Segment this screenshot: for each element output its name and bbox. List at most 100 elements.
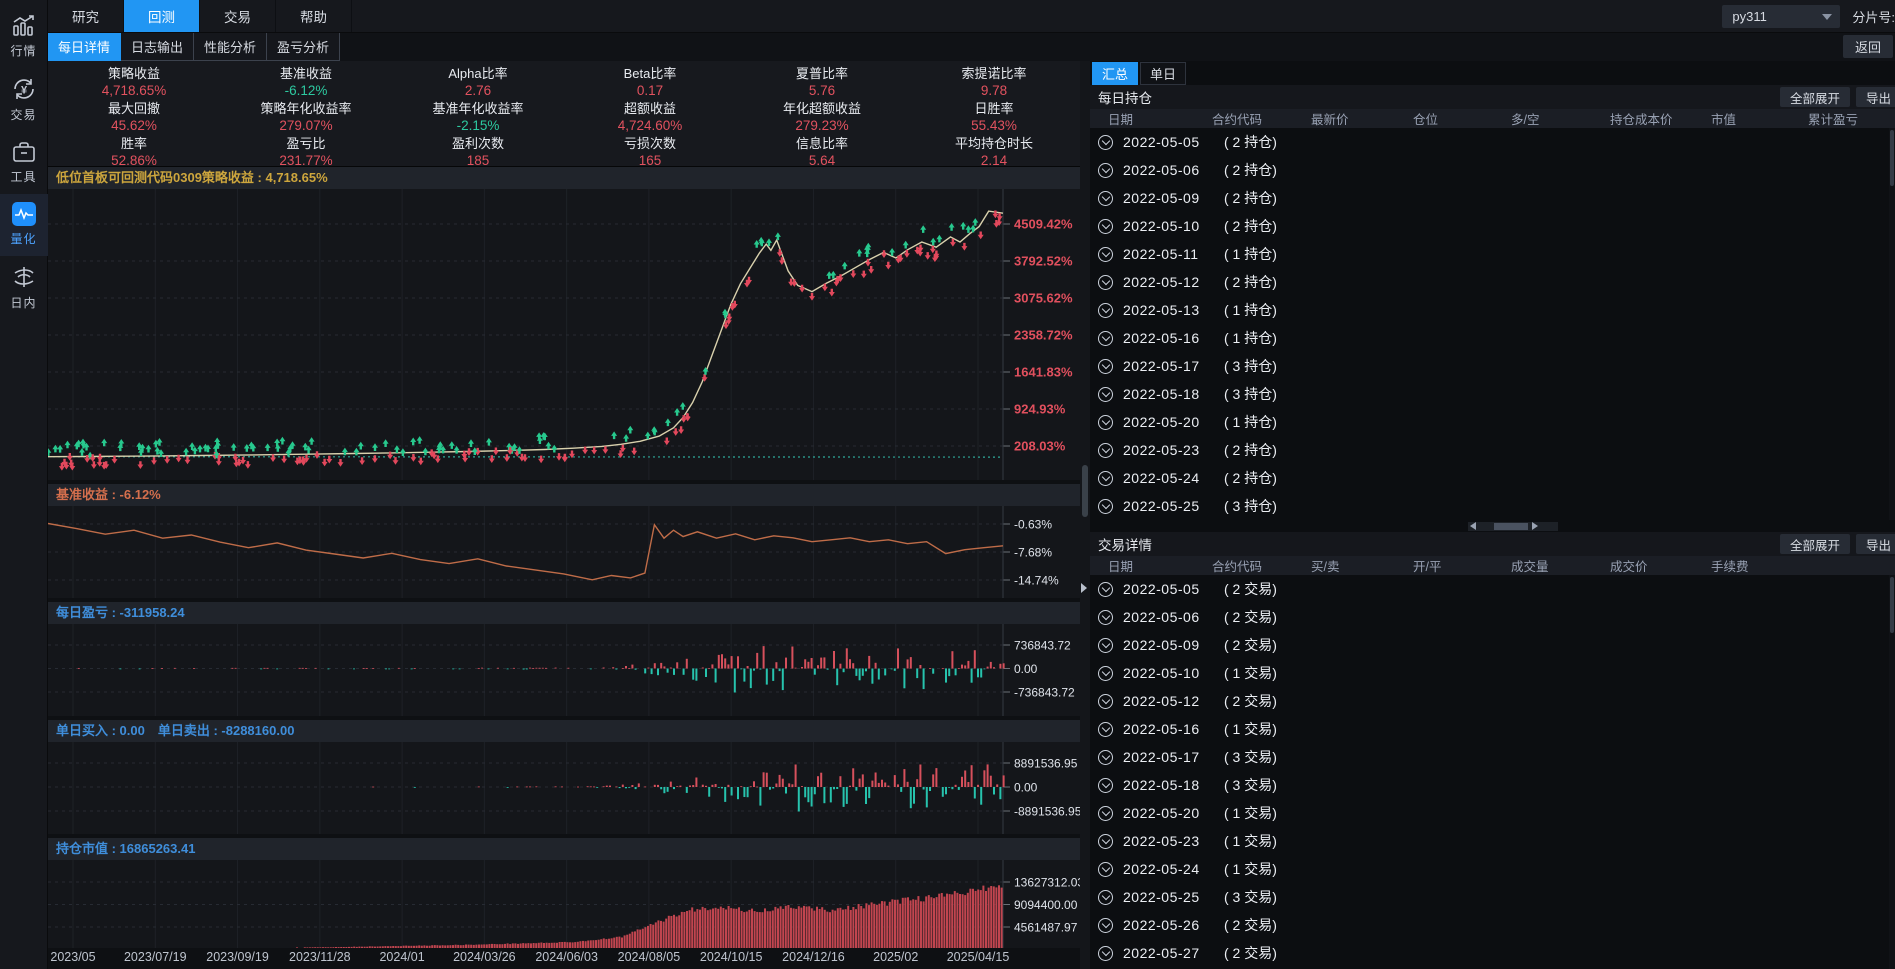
holding-row[interactable]: 2022-05-06( 2 持仓) xyxy=(1090,156,1895,184)
menu-item-0[interactable]: 研究 xyxy=(48,0,124,32)
env-select[interactable]: py311 xyxy=(1722,5,1840,28)
column-header[interactable]: 合约代码 xyxy=(1212,109,1311,128)
trade-row[interactable]: 2022-05-12( 2 交易) xyxy=(1090,687,1895,715)
sidebar-item-market[interactable]: 行情 xyxy=(0,6,48,68)
menu-item-1[interactable]: 回测 xyxy=(124,0,200,32)
column-header[interactable]: 成交量 xyxy=(1511,556,1610,575)
holding-row[interactable]: 2022-05-12( 2 持仓) xyxy=(1090,268,1895,296)
expand-chevron-icon[interactable] xyxy=(1098,303,1113,318)
expand-chevron-icon[interactable] xyxy=(1098,806,1113,821)
column-header[interactable]: 仓位 xyxy=(1413,109,1511,128)
expand-chevron-icon[interactable] xyxy=(1098,750,1113,765)
trade-row[interactable]: 2022-05-06( 2 交易) xyxy=(1090,603,1895,631)
trades-export-button[interactable]: 导出 xyxy=(1856,534,1895,554)
column-header[interactable]: 累计盈亏 xyxy=(1808,109,1895,128)
column-header[interactable]: 买/卖 xyxy=(1311,556,1413,575)
holding-row[interactable]: 2022-05-05( 2 持仓) xyxy=(1090,128,1895,156)
trade-row[interactable]: 2022-05-16( 1 交易) xyxy=(1090,715,1895,743)
expand-chevron-icon[interactable] xyxy=(1098,582,1113,597)
view-tab-1[interactable]: 单日 xyxy=(1140,62,1186,85)
sidebar-item-tools[interactable]: 工具 xyxy=(0,132,48,194)
sidebar-item-intraday[interactable]: 日内 xyxy=(0,256,48,320)
holding-row[interactable]: 2022-05-13( 1 持仓) xyxy=(1090,296,1895,324)
expand-chevron-icon[interactable] xyxy=(1098,247,1113,262)
expand-chevron-icon[interactable] xyxy=(1098,778,1113,793)
menu-item-2[interactable]: 交易 xyxy=(200,0,276,32)
hscroll-thumb[interactable] xyxy=(1494,523,1528,530)
trade-row[interactable]: 2022-05-23( 1 交易) xyxy=(1090,827,1895,855)
holdings-expand-all-button[interactable]: 全部展开 xyxy=(1780,87,1850,107)
holding-row[interactable]: 2022-05-23( 2 持仓) xyxy=(1090,436,1895,464)
panel-collapse-handle[interactable] xyxy=(1081,583,1087,593)
tab-1[interactable]: 日志输出 xyxy=(121,33,194,61)
column-header[interactable]: 合约代码 xyxy=(1212,556,1311,575)
column-header[interactable]: 手续费 xyxy=(1711,556,1808,575)
trade-row[interactable]: 2022-05-25( 3 交易) xyxy=(1090,883,1895,911)
expand-chevron-icon[interactable] xyxy=(1098,163,1113,178)
trades-scrollbar[interactable] xyxy=(1889,575,1895,969)
trades-scrollbar-thumb[interactable] xyxy=(1890,577,1894,633)
view-tab-0[interactable]: 汇总 xyxy=(1092,62,1138,85)
sidebar-item-trade[interactable]: ¥ 交易 xyxy=(0,68,48,132)
expand-chevron-icon[interactable] xyxy=(1098,946,1113,961)
trade-row[interactable]: 2022-05-18( 3 交易) xyxy=(1090,771,1895,799)
expand-chevron-icon[interactable] xyxy=(1098,443,1113,458)
back-button[interactable]: 返回 xyxy=(1843,35,1893,58)
expand-chevron-icon[interactable] xyxy=(1098,499,1113,514)
trade-row[interactable]: 2022-05-20( 1 交易) xyxy=(1090,799,1895,827)
menu-item-3[interactable]: 帮助 xyxy=(276,0,352,32)
scroll-right-icon[interactable] xyxy=(1532,522,1538,530)
holding-row[interactable]: 2022-05-09( 2 持仓) xyxy=(1090,184,1895,212)
expand-chevron-icon[interactable] xyxy=(1098,694,1113,709)
expand-chevron-icon[interactable] xyxy=(1098,331,1113,346)
main-vertical-scrollbar[interactable] xyxy=(1080,61,1090,969)
holding-row[interactable]: 2022-05-11( 1 持仓) xyxy=(1090,240,1895,268)
scroll-left-icon[interactable] xyxy=(1470,522,1476,530)
column-header[interactable]: 日期 xyxy=(1108,109,1212,128)
tab-2[interactable]: 性能分析 xyxy=(194,33,267,61)
expand-chevron-icon[interactable] xyxy=(1098,834,1113,849)
horizontal-scrollbar[interactable] xyxy=(1468,522,1558,531)
holding-row[interactable]: 2022-05-17( 3 持仓) xyxy=(1090,352,1895,380)
tab-0[interactable]: 每日详情 xyxy=(48,33,121,61)
holding-row[interactable]: 2022-05-20( 1 持仓) xyxy=(1090,408,1895,436)
column-header[interactable]: 市值 xyxy=(1711,109,1808,128)
trade-row[interactable]: 2022-05-17( 3 交易) xyxy=(1090,743,1895,771)
trades-expand-all-button[interactable]: 全部展开 xyxy=(1780,534,1850,554)
expand-chevron-icon[interactable] xyxy=(1098,219,1113,234)
column-header[interactable]: 日期 xyxy=(1108,556,1212,575)
trade-row[interactable]: 2022-05-27( 2 交易) xyxy=(1090,939,1895,967)
sidebar-item-quant[interactable]: 量化 xyxy=(0,194,48,256)
expand-chevron-icon[interactable] xyxy=(1098,191,1113,206)
expand-chevron-icon[interactable] xyxy=(1098,918,1113,933)
column-header[interactable]: 多/空 xyxy=(1511,109,1610,128)
scrollbar-thumb[interactable] xyxy=(1082,465,1088,517)
expand-chevron-icon[interactable] xyxy=(1098,471,1113,486)
trade-row[interactable]: 2022-05-10( 1 交易) xyxy=(1090,659,1895,687)
expand-chevron-icon[interactable] xyxy=(1098,666,1113,681)
trade-row[interactable]: 2022-05-24( 1 交易) xyxy=(1090,855,1895,883)
expand-chevron-icon[interactable] xyxy=(1098,359,1113,374)
holdings-scrollbar-thumb[interactable] xyxy=(1890,130,1894,186)
holding-row[interactable]: 2022-05-25( 3 持仓) xyxy=(1090,492,1895,520)
column-header[interactable]: 开/平 xyxy=(1413,556,1511,575)
expand-chevron-icon[interactable] xyxy=(1098,275,1113,290)
expand-chevron-icon[interactable] xyxy=(1098,387,1113,402)
column-header[interactable]: 持仓成本价 xyxy=(1610,109,1711,128)
holdings-scrollbar[interactable] xyxy=(1889,128,1895,520)
holding-row[interactable]: 2022-05-10( 2 持仓) xyxy=(1090,212,1895,240)
expand-chevron-icon[interactable] xyxy=(1098,890,1113,905)
column-header[interactable]: 最新价 xyxy=(1311,109,1413,128)
trade-row[interactable]: 2022-05-26( 2 交易) xyxy=(1090,911,1895,939)
holdings-export-button[interactable]: 导出 xyxy=(1856,87,1895,107)
expand-chevron-icon[interactable] xyxy=(1098,610,1113,625)
tab-3[interactable]: 盈亏分析 xyxy=(267,33,340,61)
expand-chevron-icon[interactable] xyxy=(1098,638,1113,653)
holding-row[interactable]: 2022-05-18( 3 持仓) xyxy=(1090,380,1895,408)
expand-chevron-icon[interactable] xyxy=(1098,862,1113,877)
expand-chevron-icon[interactable] xyxy=(1098,722,1113,737)
column-header[interactable]: 成交价 xyxy=(1610,556,1711,575)
trade-row[interactable]: 2022-05-09( 2 交易) xyxy=(1090,631,1895,659)
expand-chevron-icon[interactable] xyxy=(1098,135,1113,150)
holding-row[interactable]: 2022-05-24( 2 持仓) xyxy=(1090,464,1895,492)
